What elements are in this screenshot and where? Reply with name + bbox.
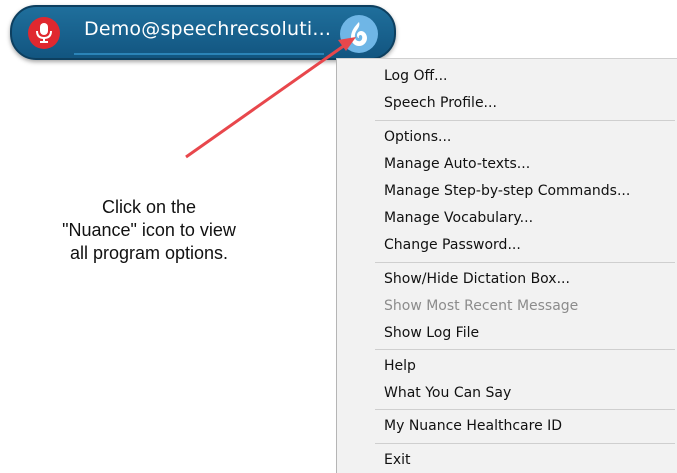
menu-item-show-log-file[interactable]: Show Log File xyxy=(384,323,479,343)
menu-item-manage-vocabulary[interactable]: Manage Vocabulary... xyxy=(384,208,533,228)
menu-item-options[interactable]: Options... xyxy=(384,127,451,147)
menu-item-show-most-recent-message: Show Most Recent Message xyxy=(384,298,579,314)
menu-item-exit[interactable]: Exit xyxy=(384,450,411,470)
callout-line-1: Click on the xyxy=(101,197,197,217)
menu-item-show-hide-dictation-box[interactable]: Show/Hide Dictation Box... xyxy=(384,269,570,289)
menu-item-nuance-healthcare-id[interactable]: My Nuance Healthcare ID xyxy=(384,416,562,436)
menu-separator xyxy=(375,120,675,121)
menu-item-speech-profile[interactable]: Speech Profile... xyxy=(384,93,497,113)
menu-item-log-off[interactable]: Log Off... xyxy=(384,66,447,86)
callout-line-2: "Nuance" icon to view xyxy=(62,220,236,240)
menu-item-change-password[interactable]: Change Password... xyxy=(384,235,521,255)
callout-line-3: all program options. xyxy=(69,243,229,263)
menu-item-what-you-can-say[interactable]: What You Can Say xyxy=(384,383,511,403)
menu-separator xyxy=(375,262,675,263)
annotation-callout: Click on the "Nuance" icon to view all p… xyxy=(40,196,258,265)
menu-item-manage-step-commands[interactable]: Manage Step-by-step Commands... xyxy=(384,181,630,201)
menu-item-help[interactable]: Help xyxy=(384,356,416,376)
menu-separator xyxy=(375,409,675,410)
menu-item-manage-auto-texts[interactable]: Manage Auto-texts... xyxy=(384,154,530,174)
menu-separator xyxy=(375,443,675,444)
menu-separator xyxy=(375,349,675,350)
nuance-options-menu: Log Off... Speech Profile... Options... … xyxy=(336,58,677,473)
